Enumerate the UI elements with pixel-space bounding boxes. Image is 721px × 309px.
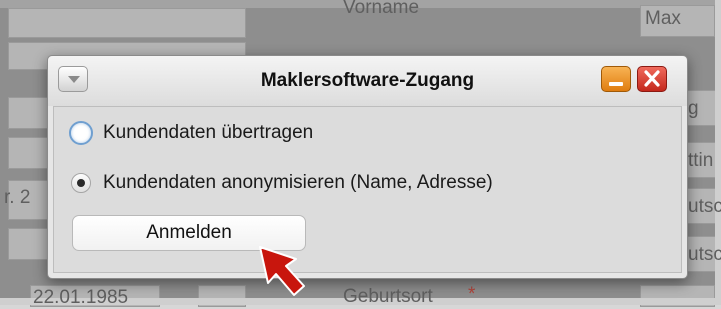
minimize-button[interactable] — [601, 66, 631, 92]
minimize-icon — [609, 82, 623, 86]
radio-transfer-data[interactable] — [69, 121, 93, 145]
background-field — [8, 97, 48, 129]
required-mark: * — [468, 284, 476, 305]
dialog-title: Maklersoftware-Zugang — [260, 70, 475, 91]
option-transfer-data[interactable]: Kundendaten übertragen — [69, 119, 313, 147]
background-partial-right: g — [688, 98, 699, 119]
background-date: 22.01.1985 — [33, 287, 129, 308]
dialog-titlebar[interactable]: Maklersoftware-Zugang — [48, 56, 687, 106]
arrow-cursor-icon — [259, 246, 305, 296]
close-icon — [644, 70, 660, 87]
background-label-vorname: Vorname — [343, 0, 420, 18]
radio-anonymize-data[interactable] — [71, 173, 91, 193]
radio-selected-dot — [77, 179, 85, 187]
background-partial-right: utsc — [688, 244, 721, 265]
option-anonymize-data[interactable]: Kundendaten anonymisieren (Name, Adresse… — [69, 169, 493, 197]
background-partial-right: utsc — [688, 196, 721, 217]
option-transfer-label[interactable]: Kundendaten übertragen — [103, 122, 313, 144]
background-partial-right: ttin — [688, 150, 714, 171]
maklersoftware-dialog: Maklersoftware-Zugang Kundendaten übertr… — [47, 55, 688, 279]
background-field — [8, 228, 48, 260]
option-anonymize-label[interactable]: Kundendaten anonymisieren (Name, Adresse… — [103, 172, 493, 194]
background-value-max: Max — [645, 8, 681, 29]
close-button[interactable] — [637, 66, 667, 92]
background-field — [8, 137, 48, 169]
background-field — [8, 8, 246, 38]
dialog-content: Kundendaten übertragen Kundendaten anony… — [53, 106, 682, 273]
background-partial-left: r. 2 — [4, 187, 31, 208]
